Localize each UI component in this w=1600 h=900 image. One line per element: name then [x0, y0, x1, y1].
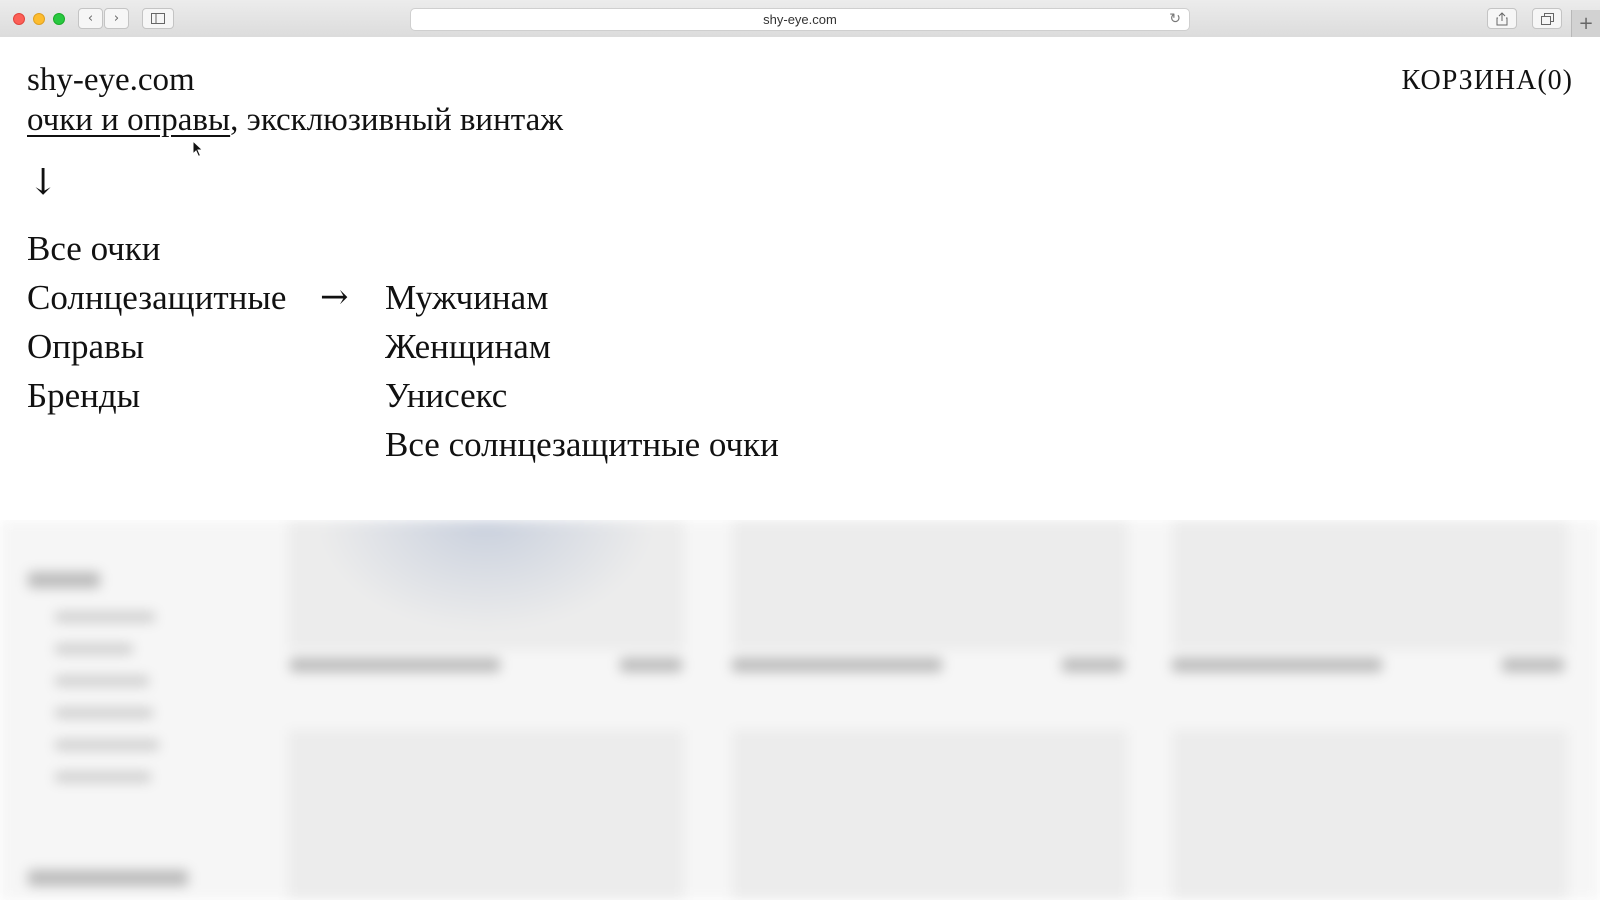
zoom-window-button[interactable]	[53, 13, 65, 25]
menu-item-sunglasses[interactable]: Солнцезащитные	[27, 273, 286, 322]
blurred-product-image	[1172, 520, 1568, 650]
mouse-cursor-icon	[192, 140, 204, 158]
address-bar[interactable]: shy-eye.com ↻	[410, 8, 1190, 31]
reload-icon[interactable]: ↻	[1169, 11, 1181, 27]
catalog-menu-link[interactable]: очки и оправы	[27, 102, 230, 138]
share-button[interactable]	[1487, 8, 1517, 29]
blurred-filter-heading	[28, 572, 100, 588]
blurred-product-price	[1062, 658, 1124, 672]
submenu-item-women[interactable]: Женщинам	[385, 322, 779, 371]
navigation-overlay: shy-eye.com очки и оправы, эксклюзивный …	[0, 37, 1600, 520]
sidebar-toggle-button[interactable]	[142, 8, 174, 29]
chevron-left-icon: ‹	[87, 11, 94, 26]
sunglasses-submenu: Мужчинам Женщинам Унисекс Все солнцезащи…	[385, 273, 779, 469]
sidebar-icon	[151, 13, 165, 24]
blurred-product-image	[1172, 730, 1568, 900]
blurred-product-price	[1502, 658, 1564, 672]
blurred-filter-heading	[28, 870, 188, 886]
tabs-icon	[1540, 12, 1554, 25]
down-arrow-icon: ↓	[28, 162, 59, 203]
tagline: очки и оправы, эксклюзивный винтаж	[27, 102, 563, 139]
submenu-item-all-sunglasses[interactable]: Все солнцезащитные очки	[385, 420, 779, 469]
close-window-button[interactable]	[13, 13, 25, 25]
site-logo[interactable]: shy-eye.com	[27, 62, 195, 99]
right-arrow-icon: →	[320, 277, 349, 317]
blurred-filter-item	[55, 772, 151, 782]
plus-icon: +	[1578, 13, 1594, 34]
minimize-window-button[interactable]	[33, 13, 45, 25]
new-tab-button[interactable]: +	[1571, 10, 1600, 37]
submenu-item-men[interactable]: Мужчинам	[385, 273, 779, 322]
browser-toolbar: ‹ › shy-eye.com ↻ +	[0, 0, 1600, 38]
chevron-right-icon: ›	[113, 11, 120, 26]
blurred-filter-item	[55, 612, 155, 622]
blurred-product-image	[288, 730, 684, 900]
blurred-filter-item	[55, 644, 133, 654]
tagline-text: , эксклюзивный винтаж	[230, 102, 564, 138]
url-text: shy-eye.com	[763, 12, 837, 27]
blurred-product-title	[290, 658, 500, 672]
blurred-product-image	[732, 730, 1128, 900]
catalog-menu: Все очки Солнцезащитные Оправы Бренды	[27, 224, 286, 420]
blurred-filter-item	[55, 708, 153, 718]
blurred-product-image	[732, 520, 1128, 650]
blurred-product-image	[288, 520, 684, 650]
back-button[interactable]: ‹	[78, 8, 103, 29]
forward-button[interactable]: ›	[104, 8, 129, 29]
blurred-product-grid	[0, 520, 1600, 900]
share-icon	[1496, 11, 1508, 25]
menu-item-frames[interactable]: Оправы	[27, 322, 286, 371]
cart-link[interactable]: КОРЗИНА(0)	[1402, 65, 1573, 97]
menu-item-brands[interactable]: Бренды	[27, 371, 286, 420]
blurred-filter-item	[55, 740, 159, 750]
blurred-product-title	[732, 658, 942, 672]
blurred-product-price	[620, 658, 682, 672]
tabs-overview-button[interactable]	[1532, 8, 1562, 29]
blurred-filter-item	[55, 676, 149, 686]
submenu-item-unisex[interactable]: Унисекс	[385, 371, 779, 420]
blurred-product-title	[1172, 658, 1382, 672]
menu-item-all-glasses[interactable]: Все очки	[27, 224, 286, 273]
